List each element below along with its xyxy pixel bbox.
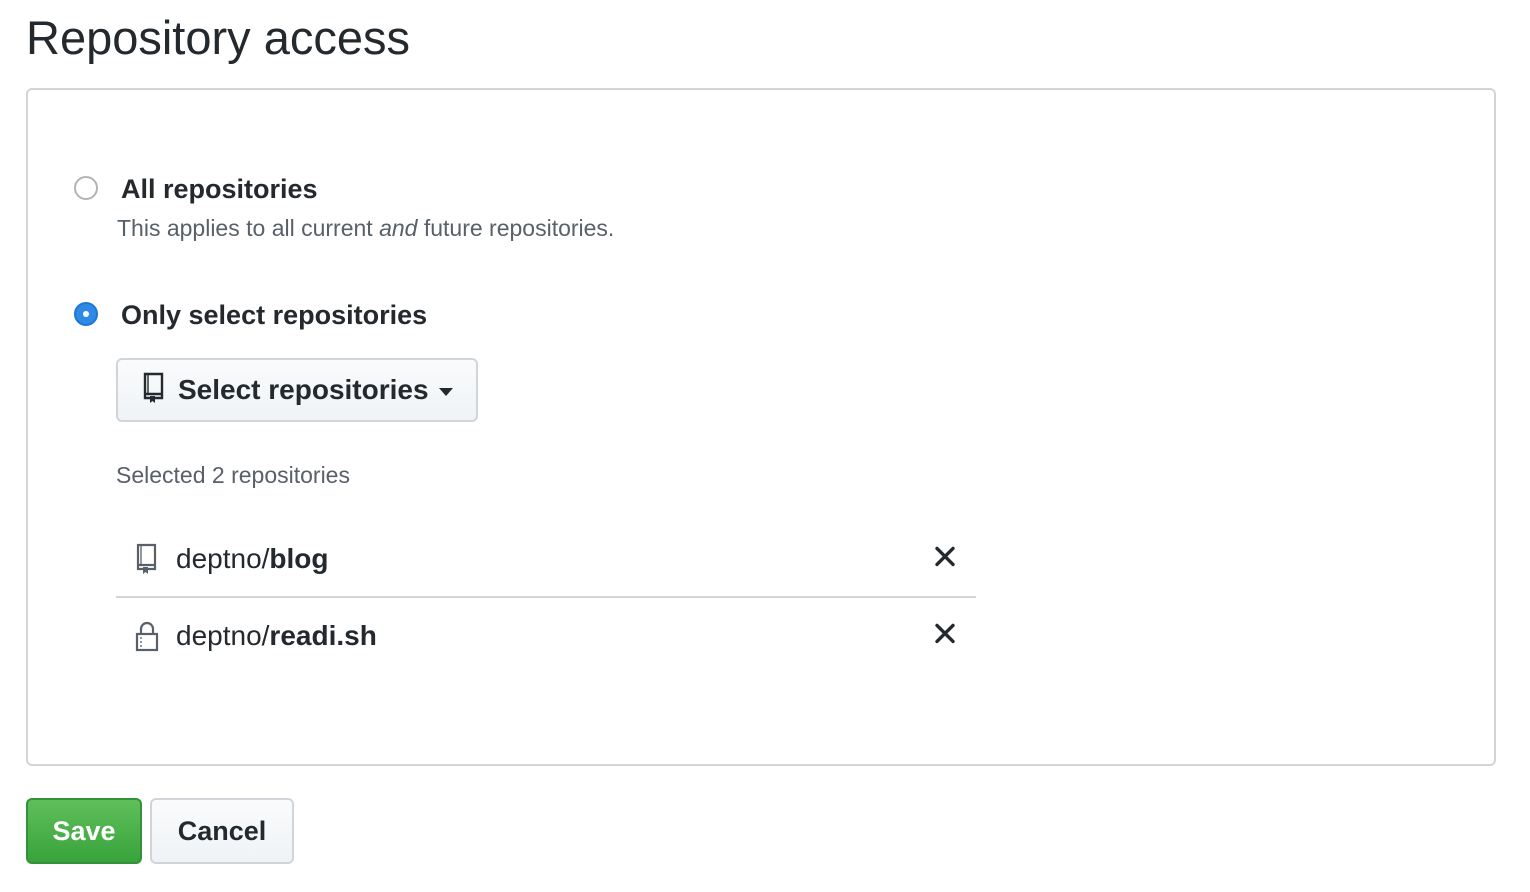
repo-icon: [142, 372, 166, 409]
repository-name[interactable]: deptno/blog: [176, 543, 329, 575]
repo-icon: [134, 542, 160, 576]
all-repositories-label[interactable]: All repositories: [121, 174, 318, 205]
selected-count: Selected 2 repositories: [116, 462, 350, 488]
repository-owner: deptno: [176, 543, 262, 574]
list-item: deptno/readi.sh: [116, 598, 976, 674]
cancel-button[interactable]: Cancel: [150, 798, 294, 864]
repository-owner: deptno: [176, 620, 262, 651]
save-button[interactable]: Save: [26, 798, 142, 864]
repository-short-name: blog: [269, 543, 329, 574]
all-repositories-radio[interactable]: [74, 176, 98, 200]
repository-name[interactable]: deptno/readi.sh: [176, 620, 377, 652]
selected-repository-list: deptno/blog deptno/readi.sh: [116, 522, 976, 674]
repository-access-panel: All repositories This applies to all cur…: [26, 88, 1496, 766]
repository-short-name: readi.sh: [269, 620, 377, 651]
caret-down-icon: [438, 388, 453, 396]
only-select-repositories-radio[interactable]: [74, 302, 98, 326]
select-repositories-button[interactable]: Select repositories: [116, 358, 478, 422]
all-repositories-note: This applies to all current and future r…: [117, 215, 614, 242]
close-icon[interactable]: [932, 620, 958, 646]
close-icon[interactable]: [932, 543, 958, 569]
lock-icon: [134, 619, 160, 653]
list-item: deptno/blog: [116, 522, 976, 598]
note-prefix: This applies to all current: [117, 215, 380, 241]
select-repositories-label: Select repositories: [178, 374, 429, 405]
only-select-repositories-label[interactable]: Only select repositories: [121, 300, 427, 331]
note-emphasis: and: [379, 215, 418, 241]
page-title: Repository access: [26, 11, 410, 64]
note-suffix: future repositories.: [417, 215, 615, 241]
